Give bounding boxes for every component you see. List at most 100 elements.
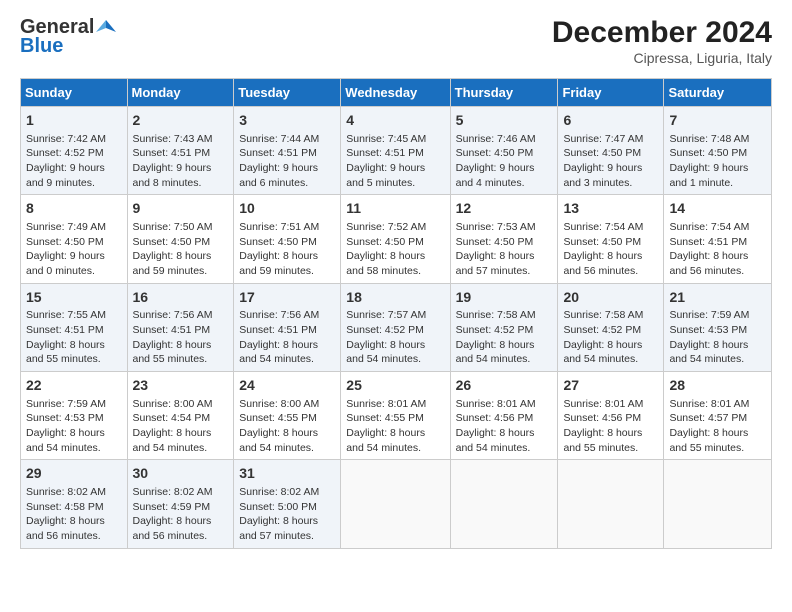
day-number: 24 [239,376,335,396]
table-row: 15Sunrise: 7:55 AM Sunset: 4:51 PM Dayli… [21,283,128,371]
col-wednesday: Wednesday [341,79,450,107]
table-row: 25Sunrise: 8:01 AM Sunset: 4:55 PM Dayli… [341,372,450,460]
day-detail: Sunrise: 7:47 AM Sunset: 4:50 PM Dayligh… [563,132,658,191]
day-detail: Sunrise: 7:58 AM Sunset: 4:52 PM Dayligh… [563,308,658,367]
day-detail: Sunrise: 7:56 AM Sunset: 4:51 PM Dayligh… [133,308,229,367]
table-row: 24Sunrise: 8:00 AM Sunset: 4:55 PM Dayli… [234,372,341,460]
day-number: 14 [669,199,766,219]
table-row: 3Sunrise: 7:44 AM Sunset: 4:51 PM Daylig… [234,107,341,195]
day-number: 19 [456,288,553,308]
day-detail: Sunrise: 8:02 AM Sunset: 5:00 PM Dayligh… [239,485,335,544]
day-detail: Sunrise: 7:52 AM Sunset: 4:50 PM Dayligh… [346,220,444,279]
day-detail: Sunrise: 8:01 AM Sunset: 4:56 PM Dayligh… [563,397,658,456]
table-row: 30Sunrise: 8:02 AM Sunset: 4:59 PM Dayli… [127,460,234,548]
day-detail: Sunrise: 7:59 AM Sunset: 4:53 PM Dayligh… [669,308,766,367]
table-row: 16Sunrise: 7:56 AM Sunset: 4:51 PM Dayli… [127,283,234,371]
table-row: 23Sunrise: 8:00 AM Sunset: 4:54 PM Dayli… [127,372,234,460]
header: General Blue December 2024 Cipressa, Lig… [20,16,772,66]
table-row: 7Sunrise: 7:48 AM Sunset: 4:50 PM Daylig… [664,107,772,195]
day-detail: Sunrise: 7:54 AM Sunset: 4:50 PM Dayligh… [563,220,658,279]
day-detail: Sunrise: 7:49 AM Sunset: 4:50 PM Dayligh… [26,220,122,279]
day-detail: Sunrise: 8:02 AM Sunset: 4:59 PM Dayligh… [133,485,229,544]
table-row: 27Sunrise: 8:01 AM Sunset: 4:56 PM Dayli… [558,372,664,460]
day-detail: Sunrise: 7:44 AM Sunset: 4:51 PM Dayligh… [239,132,335,191]
day-detail: Sunrise: 8:01 AM Sunset: 4:55 PM Dayligh… [346,397,444,456]
title-block: December 2024 Cipressa, Liguria, Italy [552,16,772,66]
logo-blue: Blue [20,35,63,58]
day-detail: Sunrise: 7:54 AM Sunset: 4:51 PM Dayligh… [669,220,766,279]
col-tuesday: Tuesday [234,79,341,107]
logo-bird-icon [96,18,116,38]
table-row: 22Sunrise: 7:59 AM Sunset: 4:53 PM Dayli… [21,372,128,460]
day-detail: Sunrise: 8:02 AM Sunset: 4:58 PM Dayligh… [26,485,122,544]
calendar-subtitle: Cipressa, Liguria, Italy [552,50,772,66]
day-number: 2 [133,111,229,131]
day-number: 15 [26,288,122,308]
table-row: 29Sunrise: 8:02 AM Sunset: 4:58 PM Dayli… [21,460,128,548]
col-thursday: Thursday [450,79,558,107]
day-detail: Sunrise: 7:59 AM Sunset: 4:53 PM Dayligh… [26,397,122,456]
table-row [341,460,450,548]
calendar-week-row: 15Sunrise: 7:55 AM Sunset: 4:51 PM Dayli… [21,283,772,371]
table-row: 11Sunrise: 7:52 AM Sunset: 4:50 PM Dayli… [341,195,450,283]
day-detail: Sunrise: 8:00 AM Sunset: 4:55 PM Dayligh… [239,397,335,456]
table-row: 13Sunrise: 7:54 AM Sunset: 4:50 PM Dayli… [558,195,664,283]
day-detail: Sunrise: 7:48 AM Sunset: 4:50 PM Dayligh… [669,132,766,191]
table-row: 6Sunrise: 7:47 AM Sunset: 4:50 PM Daylig… [558,107,664,195]
day-number: 9 [133,199,229,219]
day-number: 13 [563,199,658,219]
day-detail: Sunrise: 7:53 AM Sunset: 4:50 PM Dayligh… [456,220,553,279]
day-number: 25 [346,376,444,396]
day-detail: Sunrise: 7:51 AM Sunset: 4:50 PM Dayligh… [239,220,335,279]
col-saturday: Saturday [664,79,772,107]
day-number: 27 [563,376,658,396]
table-row: 19Sunrise: 7:58 AM Sunset: 4:52 PM Dayli… [450,283,558,371]
page: General Blue December 2024 Cipressa, Lig… [0,0,792,559]
day-number: 18 [346,288,444,308]
day-number: 28 [669,376,766,396]
day-detail: Sunrise: 7:57 AM Sunset: 4:52 PM Dayligh… [346,308,444,367]
day-detail: Sunrise: 7:56 AM Sunset: 4:51 PM Dayligh… [239,308,335,367]
table-row: 12Sunrise: 7:53 AM Sunset: 4:50 PM Dayli… [450,195,558,283]
calendar-table: Sunday Monday Tuesday Wednesday Thursday… [20,78,772,549]
table-row [664,460,772,548]
table-row: 26Sunrise: 8:01 AM Sunset: 4:56 PM Dayli… [450,372,558,460]
day-detail: Sunrise: 7:58 AM Sunset: 4:52 PM Dayligh… [456,308,553,367]
table-row: 28Sunrise: 8:01 AM Sunset: 4:57 PM Dayli… [664,372,772,460]
table-row: 10Sunrise: 7:51 AM Sunset: 4:50 PM Dayli… [234,195,341,283]
day-number: 20 [563,288,658,308]
day-number: 8 [26,199,122,219]
table-row: 14Sunrise: 7:54 AM Sunset: 4:51 PM Dayli… [664,195,772,283]
day-number: 1 [26,111,122,131]
day-detail: Sunrise: 7:50 AM Sunset: 4:50 PM Dayligh… [133,220,229,279]
table-row: 21Sunrise: 7:59 AM Sunset: 4:53 PM Dayli… [664,283,772,371]
day-number: 17 [239,288,335,308]
table-row: 5Sunrise: 7:46 AM Sunset: 4:50 PM Daylig… [450,107,558,195]
day-number: 4 [346,111,444,131]
table-row [558,460,664,548]
table-row [450,460,558,548]
calendar-title: December 2024 [552,16,772,50]
day-number: 7 [669,111,766,131]
day-number: 22 [26,376,122,396]
day-detail: Sunrise: 8:01 AM Sunset: 4:56 PM Dayligh… [456,397,553,456]
day-number: 29 [26,464,122,484]
day-number: 16 [133,288,229,308]
day-number: 23 [133,376,229,396]
day-number: 3 [239,111,335,131]
day-number: 10 [239,199,335,219]
day-number: 30 [133,464,229,484]
calendar-week-row: 8Sunrise: 7:49 AM Sunset: 4:50 PM Daylig… [21,195,772,283]
day-detail: Sunrise: 7:46 AM Sunset: 4:50 PM Dayligh… [456,132,553,191]
table-row: 31Sunrise: 8:02 AM Sunset: 5:00 PM Dayli… [234,460,341,548]
day-detail: Sunrise: 7:45 AM Sunset: 4:51 PM Dayligh… [346,132,444,191]
day-detail: Sunrise: 8:01 AM Sunset: 4:57 PM Dayligh… [669,397,766,456]
logo: General Blue [20,16,116,58]
col-friday: Friday [558,79,664,107]
col-monday: Monday [127,79,234,107]
col-sunday: Sunday [21,79,128,107]
calendar-week-row: 29Sunrise: 8:02 AM Sunset: 4:58 PM Dayli… [21,460,772,548]
day-detail: Sunrise: 7:43 AM Sunset: 4:51 PM Dayligh… [133,132,229,191]
calendar-header-row: Sunday Monday Tuesday Wednesday Thursday… [21,79,772,107]
table-row: 18Sunrise: 7:57 AM Sunset: 4:52 PM Dayli… [341,283,450,371]
